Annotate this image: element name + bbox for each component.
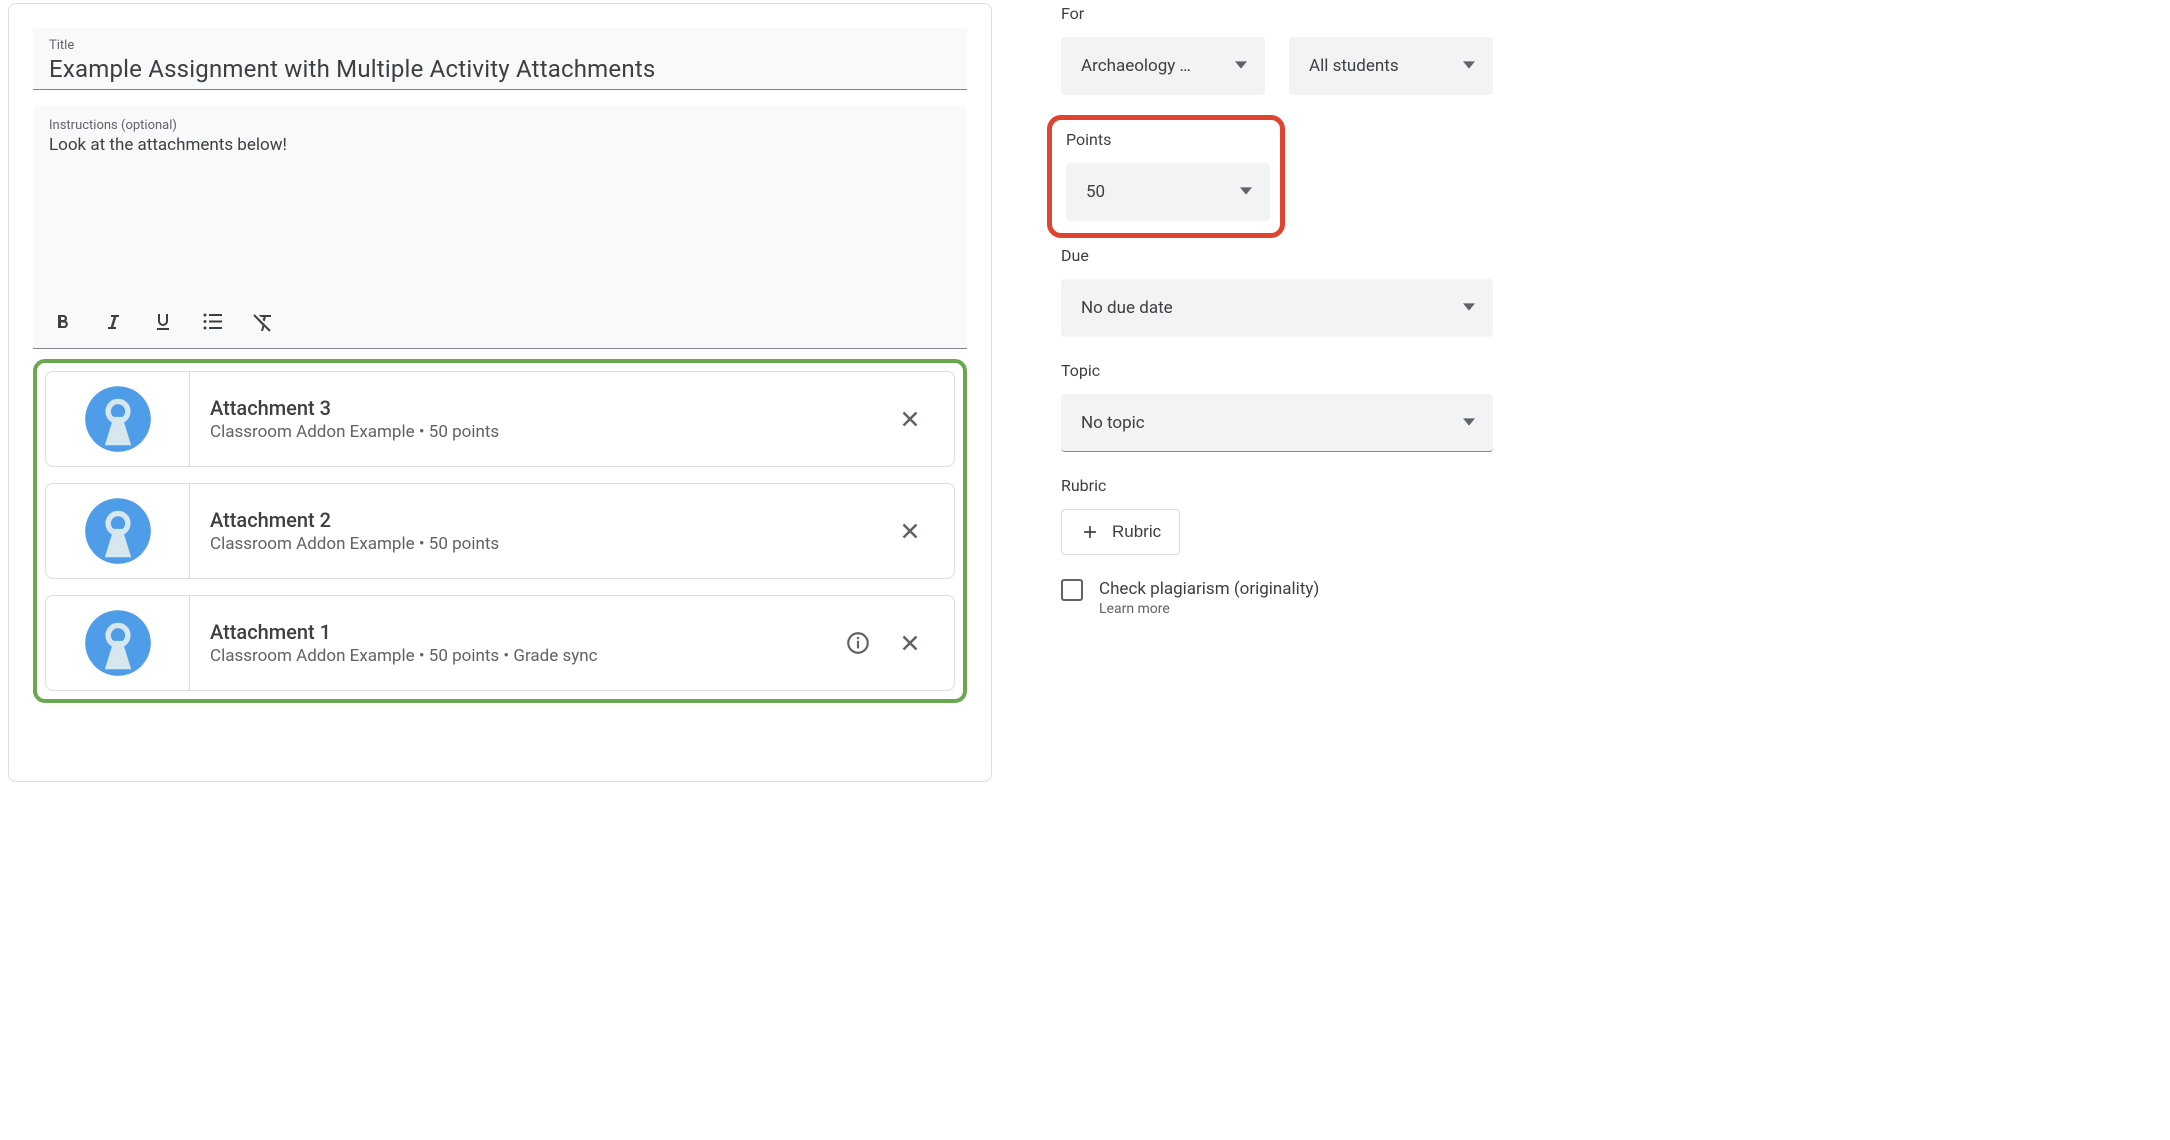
rubric-section: Rubric Rubric — [1061, 476, 1499, 555]
instructions-field[interactable]: Instructions (optional) Look at the atta… — [33, 106, 967, 348]
info-button[interactable] — [842, 627, 874, 659]
plagiarism-checkbox[interactable] — [1061, 579, 1083, 601]
title-label: Title — [49, 38, 951, 53]
students-selector[interactable]: All students — [1289, 37, 1493, 95]
topic-label: Topic — [1061, 361, 1499, 380]
title-value: Example Assignment with Multiple Activit… — [49, 55, 951, 83]
points-value: 50 — [1086, 182, 1105, 202]
learn-more-link[interactable]: Learn more — [1099, 601, 1319, 617]
plus-icon — [1080, 522, 1100, 542]
due-value: No due date — [1081, 298, 1173, 318]
bullet-list-button[interactable] — [201, 310, 225, 334]
attachment-card[interactable]: Attachment 1 Classroom Addon Example • 5… — [45, 595, 955, 691]
attachment-subtitle: Classroom Addon Example • 50 points — [210, 534, 894, 554]
attachment-actions — [894, 403, 954, 435]
instructions-value: Look at the attachments below! — [49, 135, 951, 302]
attachment-title: Attachment 3 — [210, 396, 894, 420]
attachment-addon-icon — [46, 596, 190, 690]
attachment-title: Attachment 2 — [210, 508, 894, 532]
rubric-label: Rubric — [1061, 476, 1499, 495]
for-label: For — [1061, 4, 1499, 23]
class-selector-value: Archaeology … — [1081, 56, 1191, 76]
attachment-actions — [894, 515, 954, 547]
topic-value: No topic — [1081, 413, 1145, 433]
italic-button[interactable] — [101, 310, 125, 334]
title-field[interactable]: Title Example Assignment with Multiple A… — [33, 28, 967, 90]
attachment-body: Attachment 2 Classroom Addon Example • 5… — [190, 508, 894, 554]
add-rubric-button[interactable]: Rubric — [1061, 509, 1180, 555]
attachment-card[interactable]: Attachment 3 Classroom Addon Example • 5… — [45, 371, 955, 467]
due-section: Due No due date — [1061, 246, 1499, 337]
class-selector[interactable]: Archaeology … — [1061, 37, 1265, 95]
attachment-card[interactable]: Attachment 2 Classroom Addon Example • 5… — [45, 483, 955, 579]
plagiarism-label: Check plagiarism (originality) — [1099, 579, 1319, 599]
caret-down-icon — [1463, 56, 1475, 76]
attachment-body: Attachment 3 Classroom Addon Example • 5… — [190, 396, 894, 442]
caret-down-icon — [1235, 56, 1247, 76]
assignment-card: Title Example Assignment with Multiple A… — [8, 3, 992, 782]
points-selector[interactable]: 50 — [1066, 163, 1270, 221]
attachment-addon-icon — [46, 484, 190, 578]
caret-down-icon — [1463, 298, 1475, 318]
caret-down-icon — [1240, 182, 1252, 202]
due-selector[interactable]: No due date — [1061, 279, 1493, 337]
plagiarism-row: Check plagiarism (originality) Learn mor… — [1061, 579, 1499, 617]
instructions-label: Instructions (optional) — [49, 118, 951, 133]
rubric-button-label: Rubric — [1112, 522, 1161, 542]
attachment-body: Attachment 1 Classroom Addon Example • 5… — [190, 620, 842, 666]
caret-down-icon — [1463, 413, 1475, 433]
sidebar: For Archaeology … All students Points 50… — [1001, 0, 1507, 792]
attachment-addon-icon — [46, 372, 190, 466]
instructions-divider — [33, 348, 967, 349]
topic-section: Topic No topic — [1061, 361, 1499, 452]
due-label: Due — [1061, 246, 1499, 265]
attachment-title: Attachment 1 — [210, 620, 842, 644]
remove-attachment-button[interactable] — [894, 627, 926, 659]
underline-button[interactable] — [151, 310, 175, 334]
for-section: For Archaeology … All students — [1061, 4, 1499, 95]
remove-attachment-button[interactable] — [894, 515, 926, 547]
topic-selector[interactable]: No topic — [1061, 394, 1493, 452]
points-label: Points — [1066, 130, 1266, 149]
attachment-subtitle: Classroom Addon Example • 50 points — [210, 422, 894, 442]
format-toolbar — [49, 302, 951, 342]
students-selector-value: All students — [1309, 56, 1399, 76]
attachment-actions — [842, 627, 954, 659]
clear-format-button[interactable] — [251, 310, 275, 334]
attachments-highlight-box: Attachment 3 Classroom Addon Example • 5… — [33, 359, 967, 703]
attachment-subtitle: Classroom Addon Example • 50 points • Gr… — [210, 646, 842, 666]
remove-attachment-button[interactable] — [894, 403, 926, 435]
bold-button[interactable] — [51, 310, 75, 334]
points-highlight-box: Points 50 — [1047, 115, 1285, 238]
